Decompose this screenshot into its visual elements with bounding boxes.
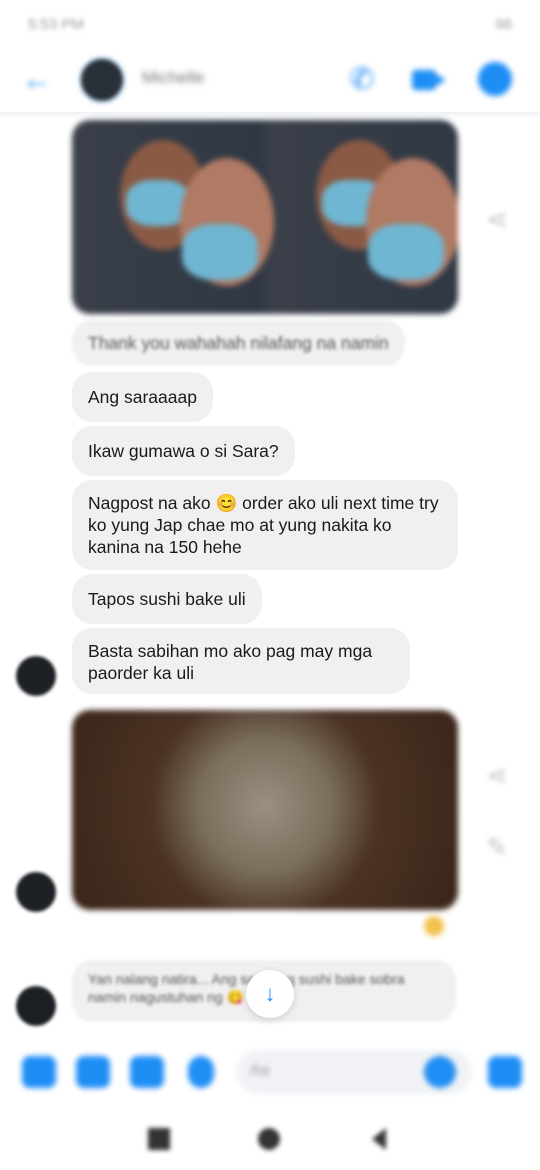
contact-avatar[interactable] [78, 56, 126, 104]
gallery-icon[interactable] [130, 1056, 164, 1088]
message-bubble[interactable]: Nagpost na ako 😊 order ako uli next time… [72, 480, 458, 570]
composer-bar: Aa [0, 1040, 540, 1104]
back-arrow-icon[interactable]: ← [22, 65, 54, 95]
back-nav-icon[interactable] [372, 1128, 386, 1150]
scroll-down-button[interactable]: ↓ [246, 970, 294, 1018]
status-battery: 96 [495, 15, 512, 33]
sender-avatar[interactable] [16, 986, 56, 1026]
photo-message[interactable] [72, 120, 458, 314]
message-bubble[interactable]: Ang saraaaap [72, 372, 213, 422]
message-bubble[interactable]: Basta sabihan mo ako pag may mga paorder… [72, 628, 410, 694]
sender-avatar[interactable] [16, 872, 56, 912]
system-nav-bar [0, 1108, 540, 1170]
contact-name[interactable]: Michelle [142, 68, 204, 88]
message-input-placeholder: Aa [250, 1062, 270, 1079]
message-bubble[interactable]: Tapos sushi bake uli [72, 574, 262, 624]
header-divider [0, 112, 540, 118]
message-bubble[interactable]: Ikaw gumawa o si Sara? [72, 426, 295, 476]
message-bubble[interactable]: Thank you wahahah nilafang na namin [72, 320, 405, 366]
phone-icon[interactable]: ✆ [344, 62, 380, 98]
share-icon[interactable]: ⋖ [482, 760, 512, 790]
video-camera-icon[interactable] [410, 62, 446, 98]
reaction-emoji-icon[interactable] [424, 916, 444, 936]
like-icon[interactable] [488, 1056, 522, 1088]
recent-apps-icon[interactable] [148, 1128, 170, 1150]
home-icon[interactable] [258, 1128, 280, 1150]
menu-grid-icon[interactable] [22, 1056, 56, 1088]
sender-avatar[interactable] [16, 656, 56, 696]
edit-icon[interactable]: ✎ [482, 832, 512, 862]
microphone-icon[interactable] [188, 1056, 214, 1088]
photo-message[interactable] [72, 710, 458, 910]
conversation-header: ← Michelle ✆ [0, 48, 540, 114]
emoji-icon[interactable] [424, 1056, 456, 1088]
share-icon[interactable]: ⋖ [482, 204, 512, 234]
camera-icon[interactable] [76, 1056, 110, 1088]
info-icon[interactable] [478, 62, 512, 96]
status-time: 5:53 PM [28, 15, 84, 33]
status-bar: 5:53 PM 96 [0, 0, 540, 48]
